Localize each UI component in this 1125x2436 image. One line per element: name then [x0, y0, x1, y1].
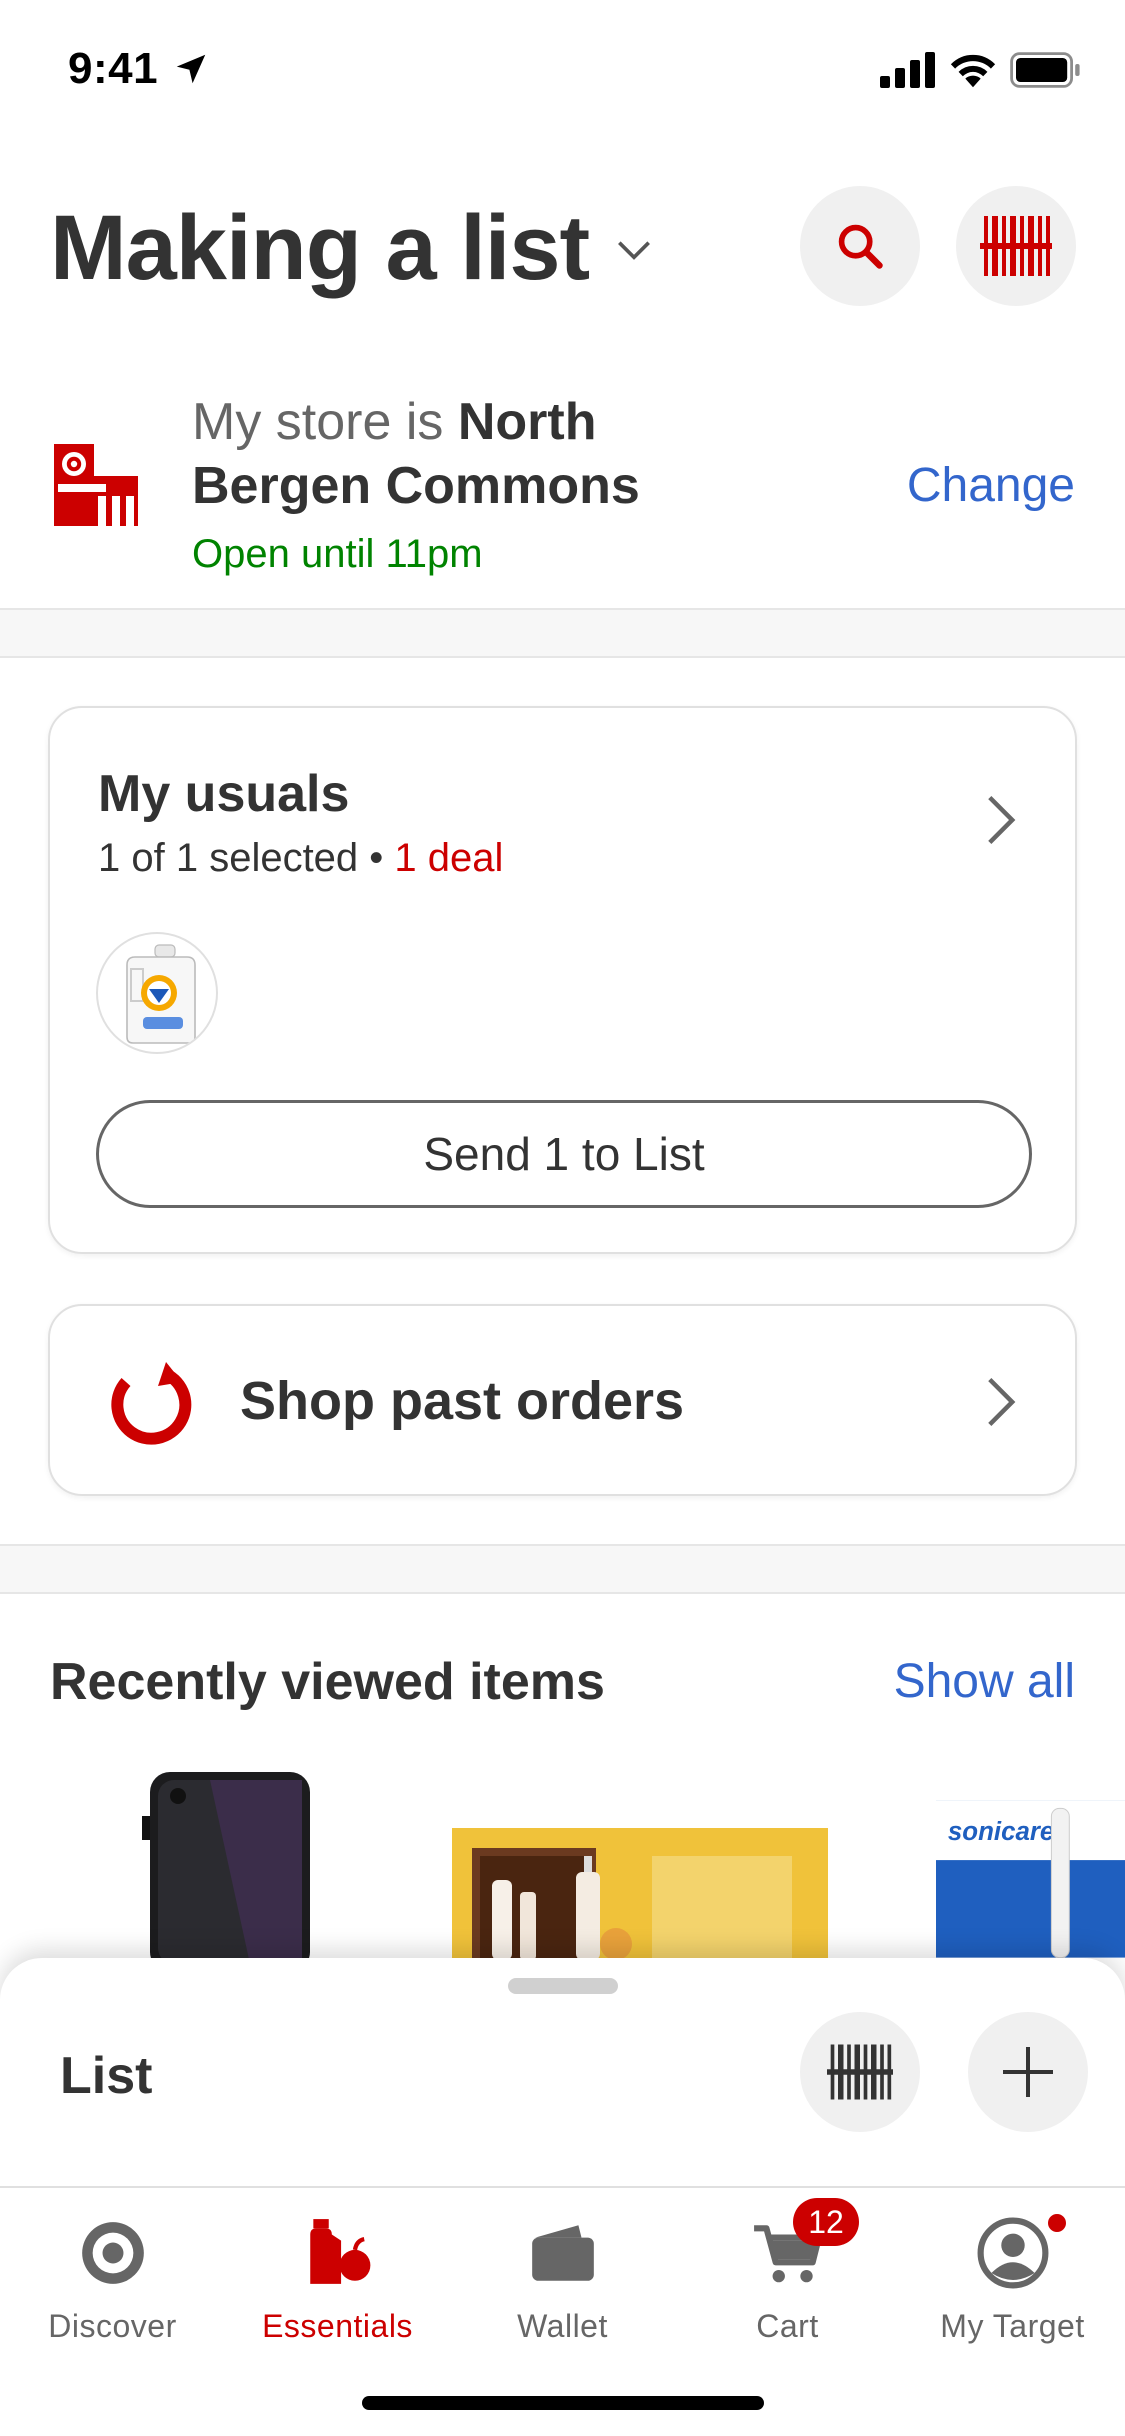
barcode-icon	[827, 2044, 893, 2100]
store-name-second: Bergen Commons	[192, 457, 640, 515]
page-title[interactable]: Making a list	[50, 196, 590, 301]
essentials-icon	[310, 2219, 371, 2284]
show-all-link[interactable]: Show all	[894, 1654, 1075, 1709]
cellular-signal-icon	[880, 52, 935, 88]
sheet-drag-handle[interactable]	[508, 1978, 618, 1994]
location-arrow-icon	[176, 54, 206, 84]
store-label: My store is North	[192, 392, 596, 452]
target-icon	[82, 2222, 144, 2284]
recently-viewed-title: Recently viewed items	[50, 1653, 605, 1711]
recent-item-phone[interactable]	[130, 1768, 330, 1972]
list-bottom-sheet[interactable]: List	[0, 1958, 1125, 2188]
tab-my-target[interactable]: My Target	[900, 2188, 1125, 2388]
usuals-selected-count: 1 of 1 selected	[98, 836, 359, 880]
detergent-bottle-icon	[126, 944, 196, 1044]
section-divider	[0, 608, 1125, 658]
chevron-right-icon	[988, 1378, 1016, 1426]
product-thumbnail-detergent[interactable]	[96, 932, 218, 1054]
tab-discover[interactable]: Discover	[0, 2188, 225, 2388]
cart-count-badge: 12	[793, 2198, 859, 2246]
reorder-icon	[111, 1362, 192, 1445]
wallet-icon	[532, 2225, 594, 2281]
section-divider	[0, 1544, 1125, 1594]
barcode-icon	[980, 216, 1052, 276]
add-item-button[interactable]	[968, 2012, 1088, 2132]
store-hours: Open until 11pm	[192, 532, 483, 576]
notification-dot	[1044, 2210, 1070, 2236]
change-store-link[interactable]: Change	[907, 458, 1075, 513]
body-care-product-image	[452, 1828, 828, 1968]
list-sheet-title: List	[60, 2047, 153, 2105]
tab-wallet[interactable]: Wallet	[450, 2188, 675, 2388]
chevron-down-icon[interactable]	[612, 228, 656, 272]
shop-past-orders-card[interactable]: Shop past orders	[48, 1304, 1077, 1496]
usuals-deal-count: 1 deal	[394, 836, 504, 880]
my-usuals-card[interactable]: My usuals 1 of 1 selected • 1 deal Send …	[48, 706, 1077, 1254]
tab-label: Wallet	[517, 2308, 608, 2344]
chevron-right-icon	[988, 796, 1016, 844]
shop-past-orders-label: Shop past orders	[240, 1371, 685, 1431]
search-button[interactable]	[800, 186, 920, 306]
usuals-summary: 1 of 1 selected • 1 deal	[98, 836, 503, 881]
usuals-title: My usuals	[98, 765, 350, 823]
status-bar: 9:41	[0, 0, 1125, 140]
tab-label: Discover	[48, 2308, 177, 2344]
store-name-first: North	[457, 393, 597, 451]
store-icon	[54, 444, 138, 526]
svg-text:sonicare: sonicare	[948, 1818, 1054, 1846]
send-to-list-button[interactable]: Send 1 to List	[96, 1100, 1032, 1208]
list-barcode-button[interactable]	[800, 2012, 920, 2132]
tab-cart[interactable]: 12 Cart	[675, 2188, 900, 2388]
profile-icon	[977, 2217, 1049, 2289]
sonicare-box-image: sonicare	[936, 1800, 1125, 1959]
usuals-separator: •	[358, 836, 395, 880]
battery-icon	[1010, 52, 1080, 88]
home-indicator	[362, 2396, 764, 2410]
tab-label: My Target	[940, 2308, 1085, 2344]
recent-item-toothbrush[interactable]: sonicare	[936, 1800, 1125, 1959]
store-prefix: My store is	[192, 393, 458, 451]
tab-label: Cart	[756, 2308, 819, 2344]
search-icon	[838, 224, 883, 269]
barcode-scan-button[interactable]	[956, 186, 1076, 306]
recent-item-body-care[interactable]	[452, 1828, 828, 1968]
status-time: 9:41	[68, 44, 159, 93]
tab-label: Essentials	[262, 2308, 413, 2344]
iphone-image	[142, 1772, 310, 1972]
plus-icon	[1003, 2047, 1053, 2097]
wifi-icon	[950, 54, 996, 88]
tab-essentials[interactable]: Essentials	[225, 2188, 450, 2388]
